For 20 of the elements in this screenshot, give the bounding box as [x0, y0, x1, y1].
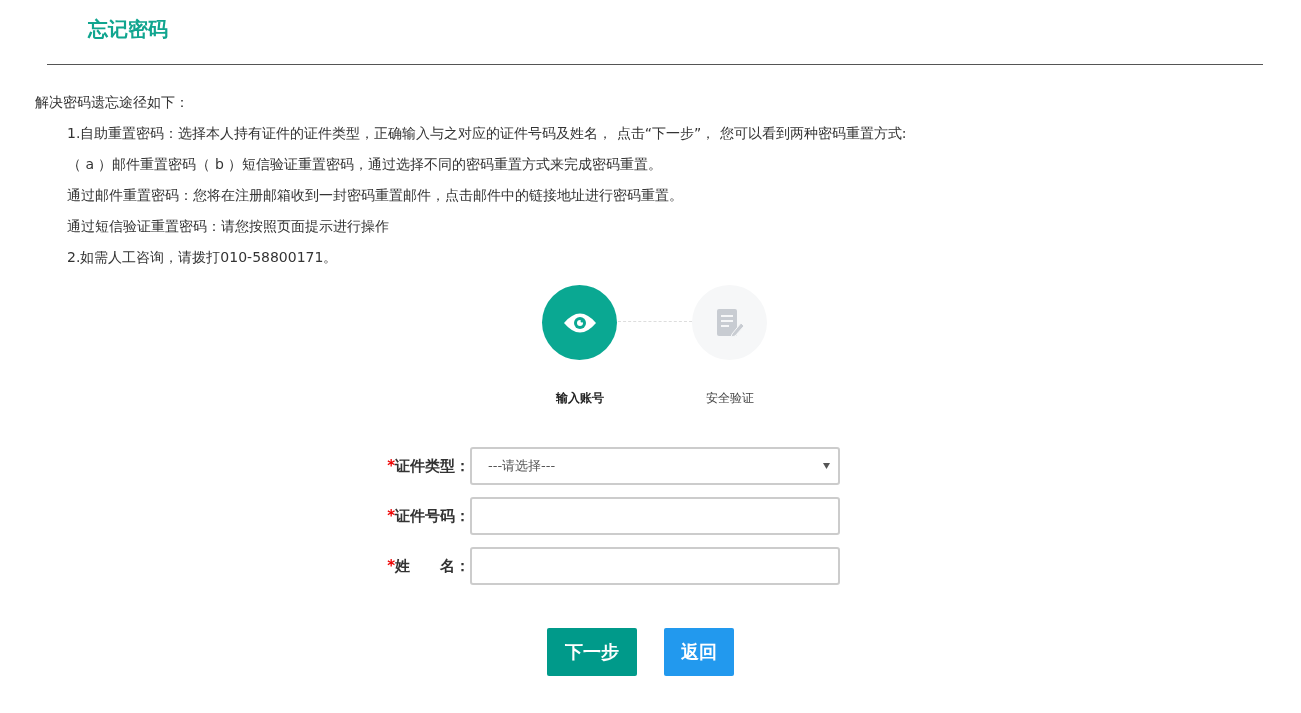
intro-heading: 解决密码遗忘途径如下：	[35, 93, 190, 112]
intro-text: 通过短信验证重置密码：请您按照页面提示进行操作	[66, 217, 390, 236]
input-field[interactable]	[470, 497, 840, 535]
step-label: 安全验证	[705, 390, 754, 407]
intro-text: 2.如需人工咨询，请拨打010-58800171。	[66, 248, 339, 267]
field-label: *姓 名：	[386, 556, 470, 576]
document-pen-icon	[714, 307, 745, 338]
field-label: *证件号码：	[386, 506, 470, 526]
intro-text: （ a ）邮件重置密码（ b ）短信验证重置密码，通过选择不同的密码重置方式来完成密码重置。	[66, 155, 664, 174]
intro-text: 通过邮件重置密码：您将在注册邮箱收到一封密码重置邮件，点击邮件中的链接地址进行密码重置。	[66, 186, 684, 205]
page-title: 忘记密码	[88, 15, 168, 43]
eye-icon	[562, 311, 597, 334]
caret-icon	[823, 463, 830, 469]
next-button[interactable]: 下一步	[547, 628, 637, 676]
input-field[interactable]	[470, 547, 840, 585]
intro-text: 1.自助重置密码：选择本人持有证件的证件类型，正确输入与之对应的证件号码及姓名， 点击“下一步”， 您可以看到两种密码重置方式:	[66, 124, 908, 143]
field-label: *证件类型：	[386, 456, 470, 476]
select-field[interactable]: ---请选择---	[470, 447, 840, 485]
step-label: 输入账号	[555, 390, 604, 407]
back-button[interactable]: 返回	[664, 628, 734, 676]
